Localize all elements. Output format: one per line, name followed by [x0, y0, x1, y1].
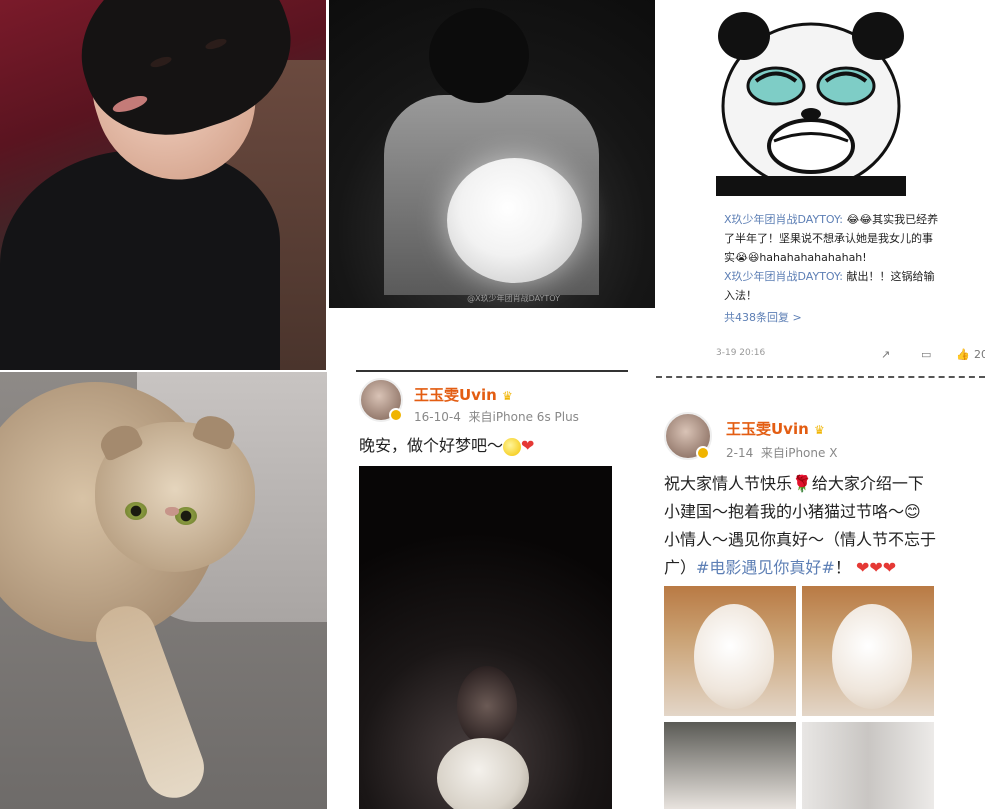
divider	[656, 376, 985, 378]
cat-paw	[87, 597, 213, 807]
post-meta: 2-14 来自iPhone X	[726, 444, 837, 461]
fluffy-cat	[694, 604, 774, 709]
post-source: 来自iPhone 6s Plus	[468, 410, 579, 424]
person-head	[429, 8, 529, 103]
comment-list: X玖少年团肖战DAYTOY: 😂😂其实我已经养 了半年了！坚果说不想承认她是我女…	[724, 210, 985, 327]
comment-username[interactable]: X玖少年团肖战DAYTOY:	[724, 213, 843, 226]
cat-eye-left	[125, 502, 147, 520]
moon-lamp-photo: @X玖少年团肖战DAYTOY	[329, 0, 655, 308]
reply-count-link[interactable]: 共438条回复 >	[724, 308, 985, 327]
post-date: 16-10-4	[414, 410, 461, 424]
crown-icon: ♛	[814, 423, 825, 437]
post-photo-cat-2[interactable]	[802, 586, 934, 716]
share-icon[interactable]: ↗	[881, 348, 890, 361]
post-date: 2-14	[726, 446, 754, 460]
hearts-icon: ❤❤❤	[855, 558, 897, 577]
verified-badge-icon	[696, 446, 710, 460]
post-meta: 16-10-4 来自iPhone 6s Plus	[414, 408, 579, 425]
comment-text: 入法！	[724, 289, 757, 302]
crown-icon: ♛	[502, 389, 513, 403]
comment-text: 了半年了！坚果说不想承认她是我女儿的事	[724, 232, 933, 245]
comment-text: 献出！！这锅给输	[842, 270, 935, 283]
verified-badge-icon	[389, 408, 403, 422]
post-photo-moon[interactable]	[359, 466, 612, 809]
fluffy-cat	[832, 604, 912, 709]
weibo-post-goodnight: 王玉雯Uvin ♛ 16-10-4 来自iPhone 6s Plus 晚安，做个…	[356, 370, 628, 809]
heart-icon: ❤	[521, 436, 535, 455]
post-username[interactable]: 王玉雯Uvin ♛	[414, 384, 513, 405]
meme-comment-screenshot: X玖少年团肖战DAYTOY: 😂😂其实我已经养 了半年了！坚果说不想承认她是我女…	[656, 0, 985, 372]
post-source: 来自iPhone X	[760, 446, 838, 460]
comment-item: X玖少年团肖战DAYTOY: 献出！！这锅给输 入法！	[724, 267, 985, 305]
hashtag-link[interactable]: #电影遇见你真好#	[696, 558, 835, 577]
post-text: 晚安，做个好梦吧～ ❤	[359, 436, 535, 456]
selfie-photo	[0, 0, 326, 370]
comment-text: 实😭😆hahahahahahahah!	[724, 251, 867, 264]
comment-icon[interactable]: ▭	[921, 348, 931, 361]
comment-username[interactable]: X玖少年团肖战DAYTOY:	[724, 270, 843, 283]
sun-emoji-icon	[503, 437, 522, 456]
comment-item: X玖少年团肖战DAYTOY: 😂😂其实我已经养 了半年了！坚果说不想承认她是我女…	[724, 210, 985, 267]
crying-panda-meme	[716, 6, 906, 196]
scottish-fold-cat-photo	[0, 372, 327, 809]
comment-date: 3-19 20:16	[716, 348, 766, 358]
comment-text: 😂😂其实我已经养	[842, 213, 939, 226]
like-icon[interactable]: 👍	[956, 348, 970, 361]
black-shirt	[0, 150, 280, 370]
divider	[356, 370, 628, 372]
girl-silhouette	[457, 666, 517, 746]
comment-action-bar: 3-19 20:16 ↗ ▭ 👍 20	[716, 348, 985, 361]
like-count: 20	[974, 348, 985, 361]
post-text: 祝大家情人节快乐🌹给大家介绍一下 小建国～抱着我的小猪猫过节咯～😊 小情人～遇见…	[664, 474, 937, 577]
watermark: @X玖少年团肖战DAYTOY	[467, 294, 560, 303]
moon-lamp	[447, 158, 582, 283]
moon-lamp	[437, 738, 529, 809]
post-photo-3[interactable]	[664, 722, 796, 809]
post-photo-4[interactable]	[802, 722, 934, 809]
post-photo-cat-1[interactable]	[664, 586, 796, 716]
cat-nose	[165, 507, 179, 516]
weibo-post-valentine: 王玉雯Uvin ♛ 2-14 来自iPhone X 祝大家情人节快乐🌹给大家介绍…	[656, 376, 985, 809]
post-username[interactable]: 王玉雯Uvin ♛	[726, 418, 825, 439]
